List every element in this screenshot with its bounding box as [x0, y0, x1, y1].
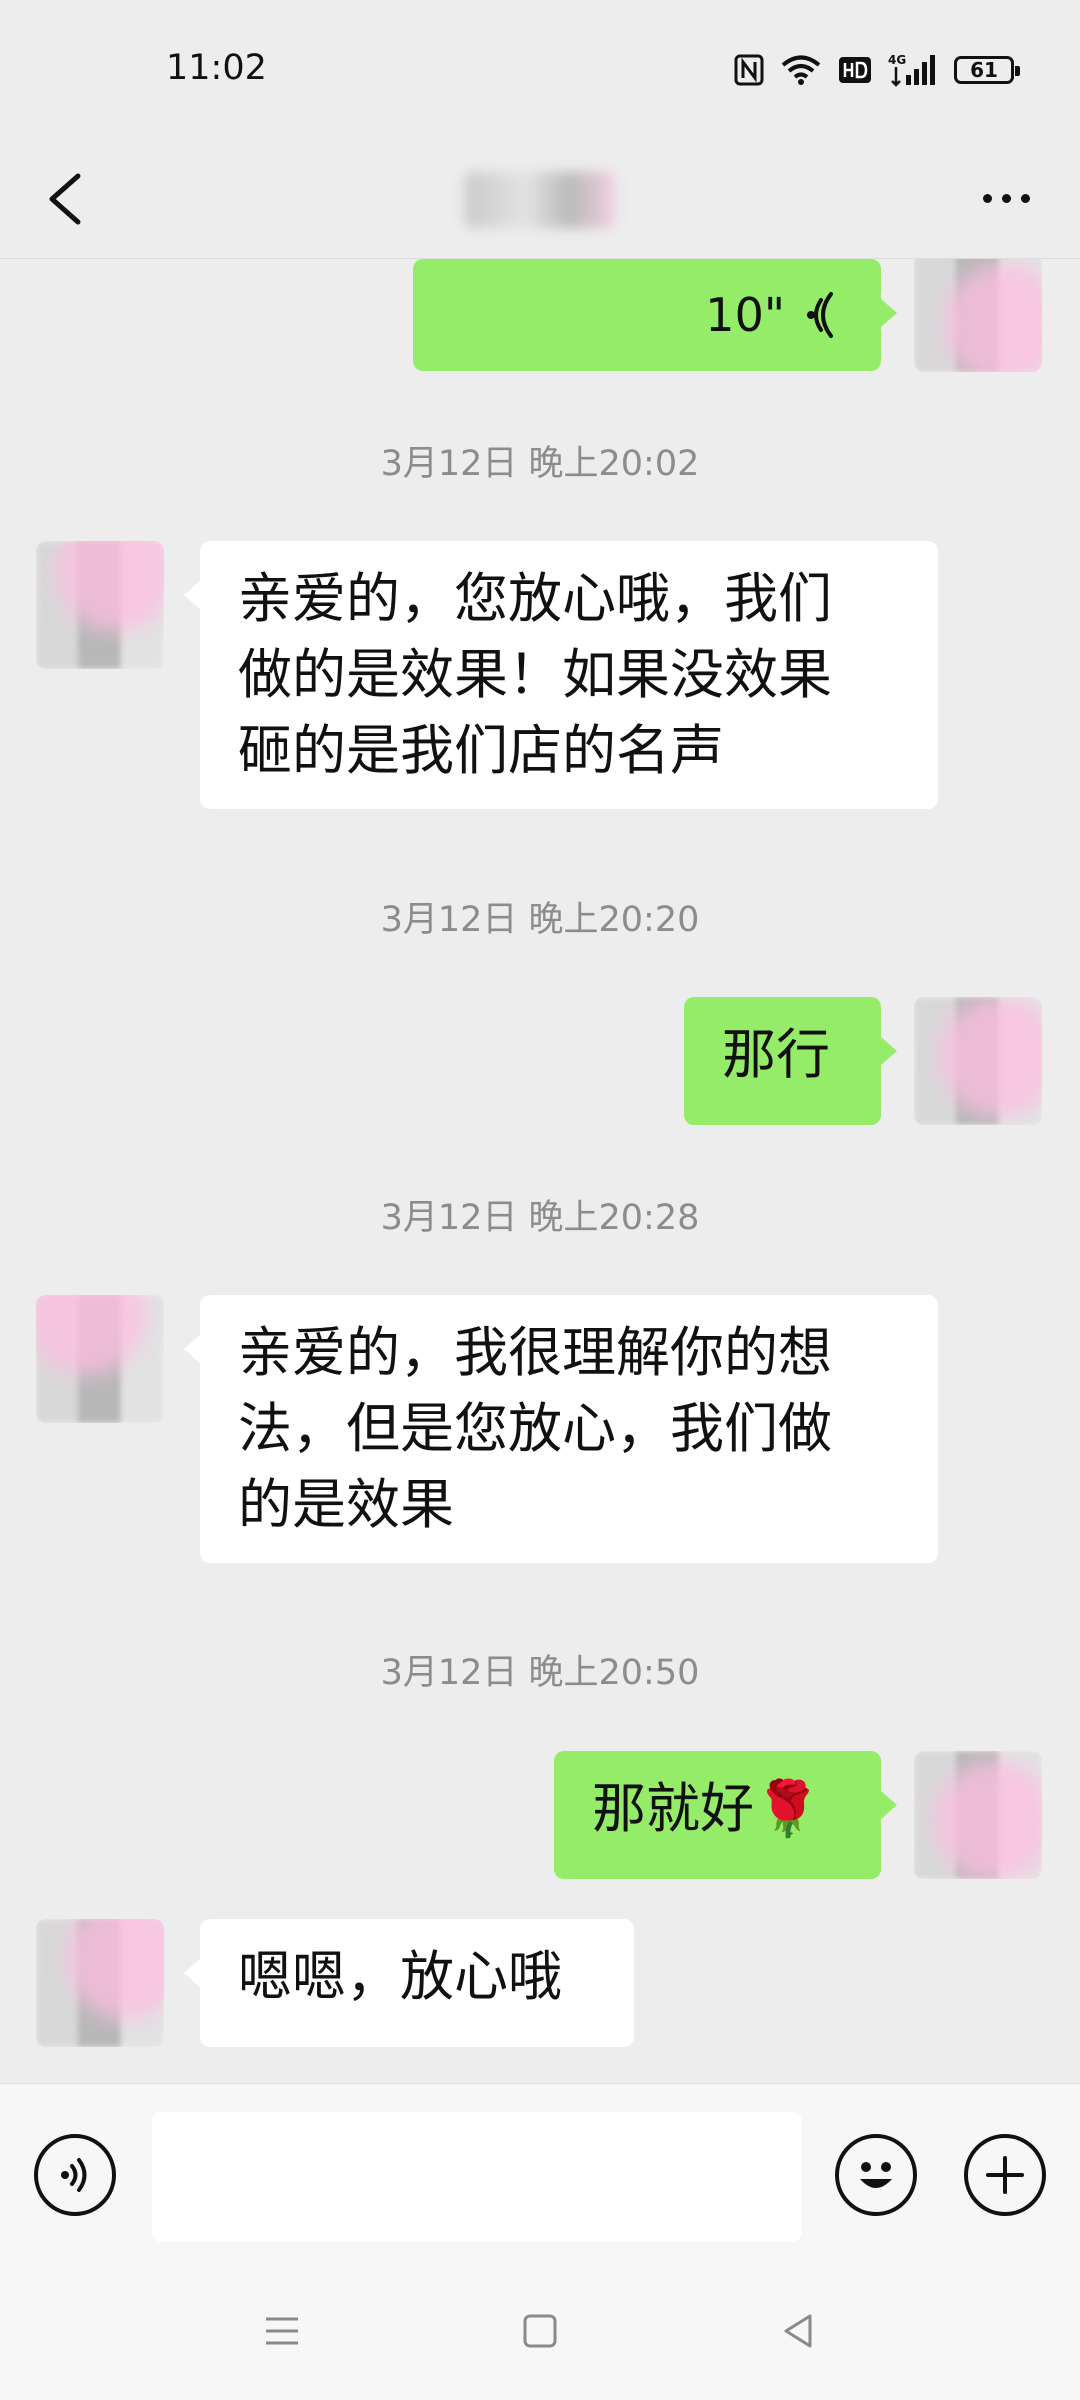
message-text: 那就好🌹: [592, 1777, 822, 1840]
more-button[interactable]: [966, 168, 1046, 228]
plus-icon: [986, 2156, 1024, 2194]
message-line: 做的是效果！如果没效果: [238, 643, 832, 706]
home-square-icon: [523, 2314, 557, 2348]
message-text: 那行: [722, 1023, 830, 1086]
wifi-icon: [781, 55, 821, 85]
emoji-icon: [860, 2162, 892, 2188]
chevron-left-icon: [49, 173, 81, 225]
message-text: 嗯嗯，放心哦: [238, 1945, 562, 2008]
message-input[interactable]: [152, 2112, 802, 2242]
plus-button[interactable]: [964, 2134, 1046, 2216]
voice-input-button[interactable]: [34, 2134, 116, 2216]
message-line: 亲爱的，我很理解你的想: [238, 1321, 832, 1384]
incoming-message-bubble[interactable]: 嗯嗯，放心哦: [184, 1919, 634, 2047]
status-icons: 4G 61: [734, 50, 1020, 90]
my-avatar[interactable]: [914, 997, 1042, 1125]
contact-name-blurred[interactable]: [440, 170, 640, 230]
input-bar: [0, 2083, 1080, 2264]
message-line: 法，但是您放心，我们做: [238, 1397, 832, 1460]
svg-text:4G: 4G: [888, 53, 906, 67]
hd-icon: [839, 57, 871, 83]
contact-avatar[interactable]: [36, 1919, 164, 2047]
message-list[interactable]: 10" 3月12日 晚上20:02 亲爱的，您放心哦，我们 做的是效果！如果没效…: [0, 259, 1080, 2082]
my-avatar[interactable]: [914, 259, 1042, 372]
timestamp: 3月12日 晚上20:02: [380, 444, 700, 484]
voice-wave-icon: [807, 292, 833, 338]
system-nav-bar: [0, 2263, 1080, 2400]
timestamp: 3月12日 晚上20:28: [380, 1198, 700, 1238]
voice-duration: 10": [705, 288, 785, 342]
signal-4g-icon: 4G: [888, 53, 935, 87]
redacted-name: [465, 172, 615, 228]
status-bar: 11:02 4G 61: [0, 0, 1080, 140]
recent-apps-button[interactable]: [252, 2301, 312, 2361]
battery-icon: 61: [954, 56, 1020, 84]
emoji-button[interactable]: [835, 2134, 917, 2216]
message-line: 砸的是我们店的名声: [238, 719, 724, 782]
voice-message-bubble[interactable]: 10": [413, 259, 897, 371]
timestamp: 3月12日 晚上20:50: [380, 1653, 700, 1693]
my-avatar[interactable]: [914, 1751, 1042, 1879]
nfc-icon: [734, 54, 764, 86]
incoming-message-bubble[interactable]: 亲爱的，我很理解你的想 法，但是您放心，我们做 的是效果: [184, 1295, 938, 1563]
more-icon: [982, 193, 992, 203]
system-back-button[interactable]: [768, 2301, 828, 2361]
voice-input-icon: [61, 2158, 87, 2192]
contact-avatar[interactable]: [36, 541, 164, 669]
status-time: 11:02: [166, 48, 267, 88]
timestamp: 3月12日 晚上20:20: [380, 900, 700, 940]
home-button[interactable]: [510, 2301, 570, 2361]
outgoing-message-bubble[interactable]: 那就好🌹: [554, 1751, 897, 1879]
battery-level: 61: [970, 58, 998, 82]
menu-icon: [266, 2317, 298, 2345]
outgoing-message-bubble[interactable]: 那行: [684, 997, 897, 1125]
back-triangle-icon: [784, 2314, 812, 2348]
back-button[interactable]: [34, 154, 94, 244]
contact-avatar[interactable]: [36, 1295, 164, 1423]
message-line: 亲爱的，您放心哦，我们: [238, 567, 832, 630]
incoming-message-bubble[interactable]: 亲爱的，您放心哦，我们 做的是效果！如果没效果 砸的是我们店的名声: [184, 541, 938, 809]
message-line: 的是效果: [238, 1473, 454, 1536]
chat-header: [0, 140, 1080, 259]
